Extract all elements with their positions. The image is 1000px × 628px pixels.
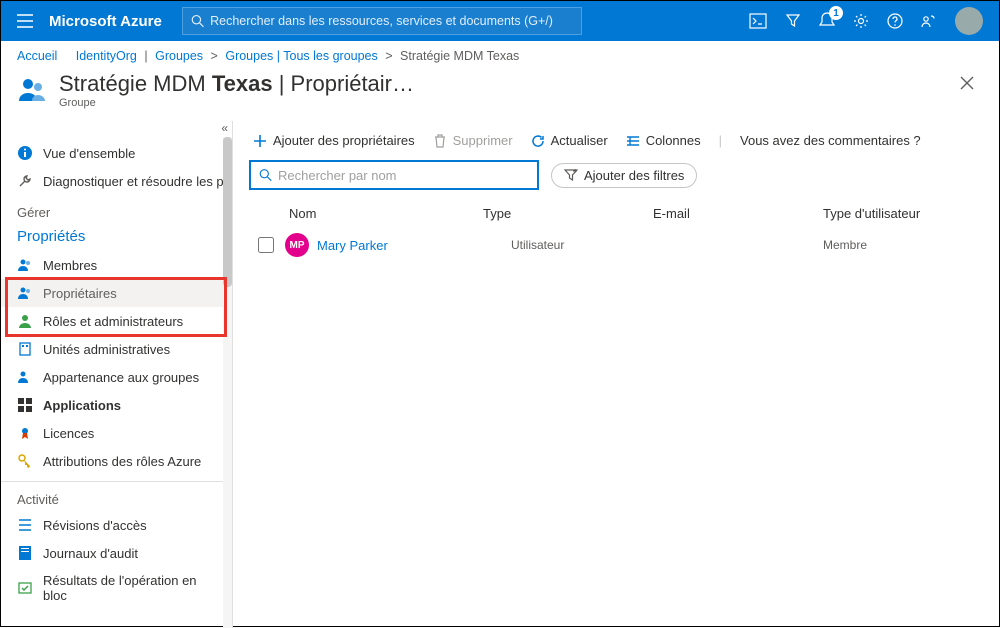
table-header: Nom Type E-mail Type d'utilisateur bbox=[249, 200, 983, 227]
toolbar: Ajouter des propriétaires Supprimer Actu… bbox=[249, 129, 983, 160]
breadcrumb-home[interactable]: Accueil bbox=[17, 49, 57, 63]
name-search-input[interactable] bbox=[278, 168, 529, 183]
sidebar-item-access-reviews[interactable]: Révisions d'accès bbox=[1, 511, 232, 539]
name-search[interactable] bbox=[249, 160, 539, 190]
filter-icon bbox=[564, 168, 578, 182]
grid-icon bbox=[17, 397, 33, 413]
global-search[interactable] bbox=[182, 7, 582, 35]
settings-icon[interactable] bbox=[853, 13, 869, 29]
trash-icon bbox=[433, 134, 447, 148]
bulk-icon bbox=[17, 580, 33, 596]
notification-badge: 1 bbox=[829, 6, 843, 20]
notifications-icon[interactable]: 1 bbox=[819, 12, 835, 30]
sidebar-item-properties[interactable]: Propriétés bbox=[1, 224, 232, 251]
user-avatar[interactable] bbox=[955, 7, 983, 35]
close-icon[interactable] bbox=[959, 75, 975, 91]
remove-button[interactable]: Supprimer bbox=[433, 133, 513, 148]
info-icon bbox=[17, 145, 33, 161]
page-subtitle: Groupe bbox=[59, 97, 414, 109]
user-name-link[interactable]: Mary Parker bbox=[317, 238, 388, 253]
topbar-actions: 1 bbox=[749, 7, 991, 35]
refresh-button[interactable]: Actualiser bbox=[531, 133, 608, 148]
filter-row: Ajouter des filtres bbox=[249, 160, 983, 190]
page-header: Stratégie MDM Texas | Propriétair… Group… bbox=[1, 67, 999, 121]
columns-button[interactable]: Colonnes bbox=[626, 133, 701, 148]
sidebar-item-owners[interactable]: Propriétaires bbox=[1, 279, 232, 307]
sidebar-item-overview[interactable]: Vue d'ensemble bbox=[1, 139, 232, 167]
list-icon bbox=[17, 517, 33, 533]
plus-icon bbox=[253, 134, 267, 148]
sidebar-item-admin-units[interactable]: Unités administratives bbox=[1, 335, 232, 363]
hamburger-icon[interactable] bbox=[9, 14, 41, 28]
global-search-input[interactable] bbox=[210, 14, 573, 28]
sidebar-item-azure-roles[interactable]: Attributions des rôles Azure bbox=[1, 447, 232, 475]
page-title: Stratégie MDM Texas | Propriétair… bbox=[59, 71, 414, 97]
people-icon bbox=[17, 257, 33, 273]
sidebar-item-bulk-results[interactable]: Résultats de l'opération en bloc bbox=[1, 567, 232, 609]
sidebar-item-audit-logs[interactable]: Journaux d'audit bbox=[1, 539, 232, 567]
admin-icon bbox=[17, 313, 33, 329]
user-avatar-small: MP bbox=[285, 233, 309, 257]
search-icon bbox=[259, 168, 272, 182]
sidebar-item-diagnose[interactable]: Diagnostiquer et résoudre les problèmes bbox=[1, 167, 232, 195]
license-icon bbox=[17, 425, 33, 441]
directory-filter-icon[interactable] bbox=[785, 13, 801, 29]
header-usertype[interactable]: Type d'utilisateur bbox=[823, 206, 983, 221]
header-name[interactable]: Nom bbox=[283, 206, 483, 221]
group-icon bbox=[17, 73, 49, 105]
breadcrumb-groups-all[interactable]: Groupes | Tous les groupes bbox=[225, 49, 377, 63]
help-icon[interactable] bbox=[887, 13, 903, 29]
people-icon bbox=[17, 369, 33, 385]
brand-label[interactable]: Microsoft Azure bbox=[49, 13, 162, 30]
header-type[interactable]: Type bbox=[483, 206, 653, 221]
breadcrumb-org[interactable]: IdentityOrg bbox=[76, 49, 137, 63]
log-icon bbox=[17, 545, 33, 561]
sidebar-item-members[interactable]: Membres bbox=[1, 251, 232, 279]
header-email[interactable]: E-mail bbox=[653, 206, 823, 221]
cell-usertype: Membre bbox=[823, 238, 983, 252]
row-checkbox[interactable] bbox=[258, 237, 274, 253]
sidebar: « Vue d'ensemble Diagnostiquer et résoud… bbox=[1, 121, 233, 628]
breadcrumb: Accueil IdentityOrg | Groupes > Groupes … bbox=[1, 41, 999, 67]
azure-topbar: Microsoft Azure 1 bbox=[1, 1, 999, 41]
columns-icon bbox=[626, 134, 640, 148]
building-icon bbox=[17, 341, 33, 357]
breadcrumb-current: Stratégie MDM Texas bbox=[400, 49, 519, 63]
feedback-icon[interactable] bbox=[921, 13, 937, 29]
scrollbar-thumb[interactable] bbox=[223, 137, 232, 287]
key-icon bbox=[17, 453, 33, 469]
sidebar-section-activity: Activité bbox=[1, 481, 232, 511]
cell-type: Utilisateur bbox=[483, 238, 653, 252]
collapse-sidebar-icon[interactable]: « bbox=[221, 121, 228, 135]
sidebar-item-group-membership[interactable]: Appartenance aux groupes bbox=[1, 363, 232, 391]
sidebar-item-roles[interactable]: Rôles et administrateurs bbox=[1, 307, 232, 335]
refresh-icon bbox=[531, 134, 545, 148]
feedback-link[interactable]: Vous avez des commentaires ? bbox=[740, 133, 921, 148]
breadcrumb-groups[interactable]: Groupes bbox=[155, 49, 203, 63]
people-icon bbox=[17, 285, 33, 301]
sidebar-item-applications[interactable]: Applications bbox=[1, 391, 232, 419]
wrench-icon bbox=[17, 173, 33, 189]
sidebar-item-licenses[interactable]: Licences bbox=[1, 419, 232, 447]
add-owners-button[interactable]: Ajouter des propriétaires bbox=[253, 133, 415, 148]
table-row[interactable]: MP Mary Parker Utilisateur Membre bbox=[249, 227, 983, 263]
search-icon bbox=[191, 14, 204, 28]
add-filters-button[interactable]: Ajouter des filtres bbox=[551, 163, 697, 188]
sidebar-section-manage: Gérer bbox=[1, 195, 232, 224]
main-panel: Ajouter des propriétaires Supprimer Actu… bbox=[233, 121, 999, 628]
cloud-shell-icon[interactable] bbox=[749, 13, 767, 29]
